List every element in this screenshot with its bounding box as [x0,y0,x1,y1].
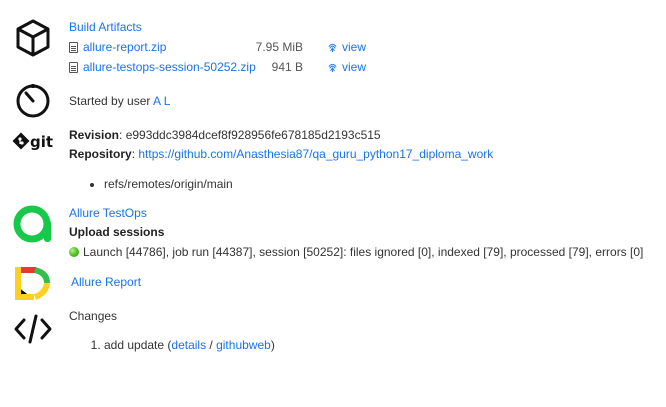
artifact-size: 941 B [271,60,303,74]
view-label: view [342,60,367,74]
file-icon [69,62,78,73]
fingerprint-icon [328,63,337,73]
repository-label: Repository [69,147,132,161]
allure-report-link[interactable]: Allure Report [71,275,141,289]
user-link[interactable]: A L [153,94,170,108]
branch-item: refs/remotes/origin/main [104,175,658,194]
githubweb-link[interactable]: githubweb [216,338,271,352]
details-link[interactable]: details [171,338,206,352]
artifact-view-link[interactable]: view [327,37,366,57]
upload-sessions-heading: Upload sessions [69,225,165,239]
revision-label: Revision [69,128,120,142]
revision-sep: : [119,128,126,142]
change-item: add update (details / githubweb) [104,336,658,355]
started-by-text: Started by user [69,94,154,108]
artifact-file-link[interactable]: allure-testops-session-50252.zip [83,60,256,74]
allure-testops-link[interactable]: Allure TestOps [69,206,147,220]
change-text: add update ( [104,338,172,352]
git-logo-icon: git [10,122,60,162]
changes-heading: Changes [69,309,118,323]
allure-report-logo-icon [10,261,56,307]
view-label: view [342,40,367,54]
upload-status-text: Launch [44786], job run [44387], session… [83,245,644,259]
branch-list: refs/remotes/origin/main [69,175,658,194]
file-icon [69,42,78,53]
artifact-size: 7.95 MiB [255,40,303,54]
code-icon [10,306,56,352]
revision-value: e993ddc3984dcef8f928956fe678185d2193c515 [125,128,381,142]
success-status-icon [69,247,79,257]
artifact-row: allure-testops-session-50252.zip 941 B v… [69,57,658,77]
repository-link[interactable]: https://github.com/Anasthesia87/qa_guru_… [138,147,493,161]
fingerprint-icon [328,43,337,53]
changes-list: add update (details / githubweb) [69,336,658,355]
git-logo-text: git [30,133,53,151]
artifact-row: allure-report.zip 7.95 MiB view [69,37,658,57]
change-suffix: ) [270,338,275,352]
package-icon [10,15,56,61]
change-sep: / [206,338,217,352]
artifact-view-link[interactable]: view [327,57,366,77]
artifact-file-link[interactable]: allure-report.zip [83,40,166,54]
build-artifacts-link[interactable]: Build Artifacts [69,20,142,34]
allure-testops-logo-icon [10,201,56,247]
timer-icon [10,78,56,124]
